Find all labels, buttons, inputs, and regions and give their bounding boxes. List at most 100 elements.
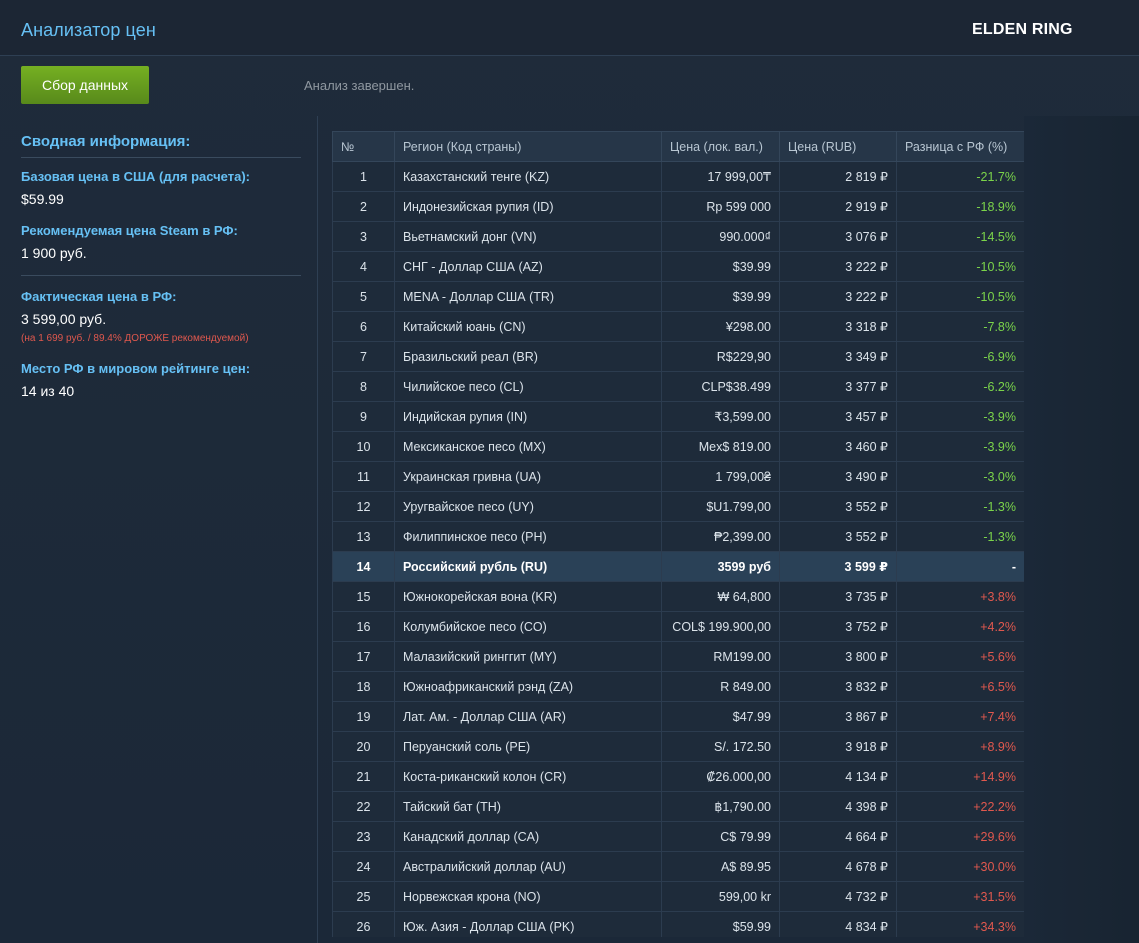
cell-diff: +34.3% — [896, 911, 1024, 937]
app-title: Анализатор цен — [21, 20, 156, 40]
cell-region: Лат. Ам. - Доллар США (AR) — [394, 701, 662, 732]
cell-diff: -3.0% — [896, 461, 1024, 492]
cell-region: Южноафриканский рэнд (ZA) — [394, 671, 662, 702]
cell-number: 12 — [332, 491, 395, 522]
cell-rub-price: 3 076 ₽ — [779, 221, 897, 252]
table-row: 7 Бразильский реал (BR) R$229,90 3 349 ₽ -6.… — [332, 341, 1024, 372]
cell-region: Канадский доллар (CA) — [394, 821, 662, 852]
cell-region: Норвежская крона (NO) — [394, 881, 662, 912]
cell-region: Китайский юань (CN) — [394, 311, 662, 342]
cell-rub-price: 3 222 ₽ — [779, 251, 897, 282]
cell-local-price: S/. 172.50 — [661, 731, 780, 762]
cell-local-price: $39.99 — [661, 251, 780, 282]
cell-diff: +5.6% — [896, 641, 1024, 672]
cell-diff: +8.9% — [896, 731, 1024, 762]
cell-diff: -6.2% — [896, 371, 1024, 402]
cell-number: 23 — [332, 821, 395, 852]
cell-rub-price: 3 457 ₽ — [779, 401, 897, 432]
cell-region: Мексиканское песо (MX) — [394, 431, 662, 462]
cell-local-price: ฿1,790.00 — [661, 791, 780, 822]
cell-number: 24 — [332, 851, 395, 882]
cell-number: 13 — [332, 521, 395, 552]
cell-rub-price: 3 377 ₽ — [779, 371, 897, 402]
cell-rub-price: 3 349 ₽ — [779, 341, 897, 372]
price-table-container[interactable]: № Регион (Код страны) Цена (лок. вал.) Ц… — [332, 131, 1024, 937]
cell-region: Тайский бат (TH) — [394, 791, 662, 822]
cell-rub-price: 3 867 ₽ — [779, 701, 897, 732]
cell-local-price: Mex$ 819.00 — [661, 431, 780, 462]
cell-rub-price: 2 819 ₽ — [779, 161, 897, 192]
app-window: Анализатор цен ELDEN RING Сбор данных Ан… — [0, 0, 1139, 943]
cell-region: Казахстанский тенге (KZ) — [394, 161, 662, 192]
table-row: 21 Коста-риканский колон (CR) ₡26.000,00 4 … — [332, 761, 1024, 792]
summary-divider — [21, 157, 301, 158]
cell-region: Уругвайское песо (UY) — [394, 491, 662, 522]
cell-diff: +7.4% — [896, 701, 1024, 732]
cell-rub-price: 4 834 ₽ — [779, 911, 897, 937]
cell-diff: +22.2% — [896, 791, 1024, 822]
cell-rub-price: 2 919 ₽ — [779, 191, 897, 222]
table-row: 2 Индонезийская рупия (ID) Rp 599 000 2 919… — [332, 191, 1024, 222]
cell-region: Индийская рупия (IN) — [394, 401, 662, 432]
column-header-diff[interactable]: Разница с РФ (%) — [896, 131, 1024, 162]
toolbar: Сбор данных Анализ завершен. — [0, 56, 1139, 116]
cell-local-price: R 849.00 — [661, 671, 780, 702]
column-header-local-price[interactable]: Цена (лок. вал.) — [661, 131, 780, 162]
header-bar: Анализатор цен ELDEN RING — [0, 0, 1139, 56]
cell-diff: +4.2% — [896, 611, 1024, 642]
cell-region: Индонезийская рупия (ID) — [394, 191, 662, 222]
table-row: 23 Канадский доллар (CA) C$ 79.99 4 664 ₽ +2… — [332, 821, 1024, 852]
table-row: 13 Филиппинское песо (PH) ₱2,399.00 3 552 ₽… — [332, 521, 1024, 552]
cell-number: 6 — [332, 311, 395, 342]
game-title: ELDEN RING — [972, 21, 1073, 38]
cell-rub-price: 4 134 ₽ — [779, 761, 897, 792]
cell-rub-price: 3 599 ₽ — [779, 551, 897, 582]
cell-rub-price: 3 552 ₽ — [779, 521, 897, 552]
cell-local-price: ₱2,399.00 — [661, 521, 780, 552]
cell-region: Колумбийское песо (CO) — [394, 611, 662, 642]
cell-rub-price: 4 398 ₽ — [779, 791, 897, 822]
cell-number: 18 — [332, 671, 395, 702]
cell-diff: -21.7% — [896, 161, 1024, 192]
cell-local-price: RM199.00 — [661, 641, 780, 672]
actual-price-note: (на 1 699 руб. / 89.4% ДОРОЖЕ рекомендуе… — [21, 333, 249, 344]
table-row: 22 Тайский бат (TH) ฿1,790.00 4 398 ₽ +22.2% — [332, 791, 1024, 822]
table-row: 1 Казахстанский тенге (KZ) 17 999,00₸ 2 819… — [332, 161, 1024, 192]
cell-diff: -3.9% — [896, 401, 1024, 432]
cell-rub-price: 3 222 ₽ — [779, 281, 897, 312]
cell-number: 19 — [332, 701, 395, 732]
cell-region: Украинская гривна (UA) — [394, 461, 662, 492]
cell-rub-price: 3 460 ₽ — [779, 431, 897, 462]
cell-local-price: $59.99 — [661, 911, 780, 937]
cell-rub-price: 3 318 ₽ — [779, 311, 897, 342]
column-header-number[interactable]: № — [332, 131, 395, 162]
cell-number: 14 — [332, 551, 395, 582]
table-row: 16 Колумбийское песо (CO) COL$ 199.900,00 3… — [332, 611, 1024, 642]
cell-local-price: $47.99 — [661, 701, 780, 732]
cell-diff: -7.8% — [896, 311, 1024, 342]
summary-panel: Сводная информация: Базовая цена в США (… — [0, 116, 318, 943]
cell-local-price: COL$ 199.900,00 — [661, 611, 780, 642]
cell-region: Юж. Азия - Доллар США (PK) — [394, 911, 662, 937]
column-header-rub-price[interactable]: Цена (RUB) — [779, 131, 897, 162]
actual-price-label: Фактическая цена в РФ: — [21, 289, 177, 304]
cell-region: Австралийский доллар (AU) — [394, 851, 662, 882]
collect-data-button[interactable]: Сбор данных — [21, 66, 149, 104]
table-row: 17 Малазийский ринггит (MY) RM199.00 3 800 … — [332, 641, 1024, 672]
cell-local-price: ₹3,599.00 — [661, 401, 780, 432]
cell-rub-price: 3 800 ₽ — [779, 641, 897, 672]
cell-diff: -1.3% — [896, 521, 1024, 552]
cell-local-price: ₩ 64,800 — [661, 581, 780, 612]
column-header-region[interactable]: Регион (Код страны) — [394, 131, 662, 162]
cell-diff: -1.3% — [896, 491, 1024, 522]
cell-local-price: 17 999,00₸ — [661, 161, 780, 192]
cell-rub-price: 3 490 ₽ — [779, 461, 897, 492]
summary-title: Сводная информация: — [21, 133, 191, 150]
cell-number: 22 — [332, 791, 395, 822]
table-row-highlighted: 14 Российский рубль (RU) 3599 руб 3 599 ₽ - — [332, 551, 1024, 582]
cell-diff: - — [896, 551, 1024, 582]
cell-rub-price: 4 664 ₽ — [779, 821, 897, 852]
cell-number: 16 — [332, 611, 395, 642]
cell-region: Перуанский соль (PE) — [394, 731, 662, 762]
table-row: 15 Южнокорейская вона (KR) ₩ 64,800 3 735 ₽… — [332, 581, 1024, 612]
